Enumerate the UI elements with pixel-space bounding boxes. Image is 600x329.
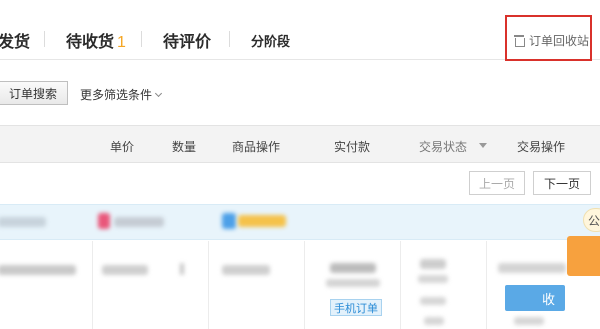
tab-to-receive-label: 待收货: [66, 34, 115, 51]
tab-divider: [44, 31, 45, 47]
tab-installment[interactable]: 分阶段: [251, 31, 290, 50]
side-badge[interactable]: 公: [583, 208, 600, 232]
more-filters-toggle[interactable]: 更多筛选条件: [80, 86, 163, 103]
blurred-status-detail[interactable]: [418, 275, 448, 283]
blurred-shipping-note: [326, 279, 380, 287]
column-divider: [92, 241, 93, 329]
blurred-paid-amount: [330, 263, 376, 273]
next-page-button[interactable]: 下一页: [533, 171, 591, 195]
blurred-trade-link[interactable]: [514, 317, 544, 325]
confirm-receipt-button[interactable]: 收: [505, 285, 565, 311]
highlight-box: [505, 15, 592, 61]
blurred-status: [420, 259, 446, 269]
prev-page-button[interactable]: 上一页: [469, 171, 525, 195]
shop-icon: [98, 213, 110, 229]
order-header-row: [0, 204, 600, 240]
blurred-status-link[interactable]: [420, 297, 446, 305]
col-trade-ops: 交易操作: [517, 140, 566, 154]
blurred-item-title[interactable]: [0, 265, 76, 275]
tab-to-receive-count: 1: [117, 34, 126, 51]
tab-to-review[interactable]: 待评价: [163, 28, 211, 52]
blurred-quantity: [180, 263, 184, 275]
mobile-order-tag: 手机订单: [330, 299, 382, 316]
blurred-chat-label[interactable]: [238, 215, 286, 227]
caret-down-icon[interactable]: [479, 143, 487, 148]
tab-to-receive[interactable]: 待收货 1: [66, 28, 126, 52]
col-paid: 实付款: [334, 140, 371, 154]
blurred-item-ops[interactable]: [222, 265, 270, 275]
chevron-down-icon: [154, 89, 163, 97]
tab-divider: [141, 31, 142, 47]
order-table-header: 单价 数量 商品操作 实付款 交易状态 交易操作: [0, 125, 600, 163]
blurred-order-info: [0, 217, 46, 227]
col-trade-status[interactable]: 交易状态: [419, 138, 467, 155]
tab-divider: [229, 31, 230, 47]
col-item-ops: 商品操作: [232, 140, 281, 154]
col-quantity: 数量: [172, 140, 197, 154]
chat-icon[interactable]: [222, 213, 236, 229]
column-divider: [304, 241, 305, 329]
blurred-status-link[interactable]: [424, 317, 444, 325]
floating-side-widget[interactable]: [567, 236, 600, 276]
blurred-trade-op[interactable]: [498, 263, 566, 273]
more-filters-label: 更多筛选条件: [80, 88, 153, 102]
col-unit-price: 单价: [110, 140, 135, 154]
order-search-button[interactable]: 订单搜索: [0, 81, 68, 105]
column-divider: [208, 241, 209, 329]
blurred-unit-price: [102, 265, 148, 275]
tab-to-ship[interactable]: 发货: [0, 28, 30, 52]
blurred-shop-name[interactable]: [114, 217, 164, 227]
column-divider: [400, 241, 401, 329]
column-divider: [486, 241, 487, 329]
